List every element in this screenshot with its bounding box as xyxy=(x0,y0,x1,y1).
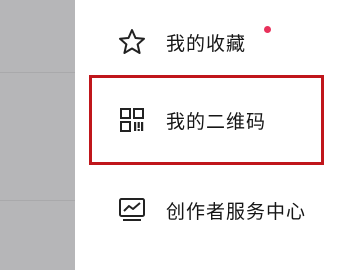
highlight-frame xyxy=(89,75,324,165)
creator-chart-icon xyxy=(116,194,148,226)
menu-item-label: 创作者服务中心 xyxy=(166,200,307,223)
notification-badge-dot xyxy=(264,26,271,33)
menu-item-favorites[interactable]: 我的收藏 xyxy=(75,12,360,72)
dimmed-backdrop[interactable] xyxy=(0,0,75,270)
backdrop-divider xyxy=(0,200,75,201)
star-icon xyxy=(116,26,148,58)
backdrop-divider xyxy=(0,72,75,73)
menu-item-label: 我的收藏 xyxy=(166,32,247,55)
menu-item-creator-center[interactable]: 创作者服务中心 xyxy=(75,180,360,240)
